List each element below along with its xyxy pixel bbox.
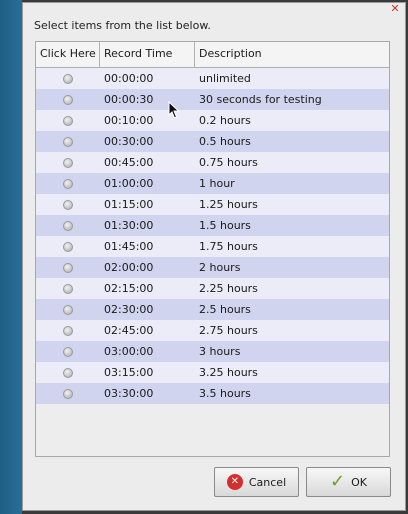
record-time-cell: 00:00:00 <box>104 72 154 85</box>
list-rows: 00:00:00 unlimited 00:00:30 30 seconds for … <box>36 68 389 404</box>
table-row[interactable]: 03:30:00 3.5 hours <box>36 383 389 404</box>
table-row[interactable]: 02:00:00 2 hours <box>36 257 389 278</box>
record-time-cell: 01:30:00 <box>104 219 154 232</box>
row-select-cell <box>36 362 100 383</box>
row-select-cell <box>36 320 100 341</box>
record-time-cell: 01:15:00 <box>104 198 154 211</box>
table-row[interactable]: 03:15:00 3.25 hours <box>36 362 389 383</box>
row-radio-button[interactable] <box>63 367 73 378</box>
table-row[interactable]: 02:45:00 2.75 hours <box>36 320 389 341</box>
row-select-cell <box>36 299 100 320</box>
row-radio-button[interactable] <box>63 94 73 105</box>
record-time-cell: 03:30:00 <box>104 387 154 400</box>
table-row[interactable]: 02:15:00 2.25 hours <box>36 278 389 299</box>
column-header-description[interactable]: Description <box>195 42 389 67</box>
row-select-cell <box>36 68 100 89</box>
record-time-cell: 00:10:00 <box>104 114 154 127</box>
description-cell: 30 seconds for testing <box>199 93 322 106</box>
description-cell: 3 hours <box>199 345 241 358</box>
row-radio-button[interactable] <box>63 136 73 147</box>
row-radio-button[interactable] <box>63 346 73 357</box>
cancel-button-label: Cancel <box>248 475 287 489</box>
record-time-cell: 00:45:00 <box>104 156 154 169</box>
table-row[interactable]: 01:45:00 1.75 hours <box>36 236 389 257</box>
description-cell: 1 hour <box>199 177 235 190</box>
description-cell: 3.25 hours <box>199 366 258 379</box>
ok-button[interactable]: ✓ OK <box>306 467 391 497</box>
close-icon[interactable]: ✕ <box>387 3 403 17</box>
row-radio-button[interactable] <box>63 115 73 126</box>
row-select-cell <box>36 278 100 299</box>
table-row[interactable]: 00:00:30 30 seconds for testing <box>36 89 389 110</box>
row-radio-button[interactable] <box>63 388 73 399</box>
row-radio-button[interactable] <box>63 262 73 273</box>
row-radio-button[interactable] <box>63 283 73 294</box>
cancel-button[interactable]: ✕ Cancel <box>214 467 299 497</box>
record-time-cell: 03:00:00 <box>104 345 154 358</box>
description-cell: 2.75 hours <box>199 324 258 337</box>
description-cell: 1.75 hours <box>199 240 258 253</box>
check-icon: ✓ <box>330 471 346 492</box>
dialog-prompt: Select items from the list below. <box>34 19 211 32</box>
record-time-cell: 00:30:00 <box>104 135 154 148</box>
select-items-dialog: ✕ Select items from the list below. Clic… <box>22 2 406 511</box>
row-select-cell <box>36 257 100 278</box>
row-select-cell <box>36 131 100 152</box>
row-select-cell <box>36 173 100 194</box>
table-row[interactable]: 01:30:00 1.5 hours <box>36 215 389 236</box>
record-time-cell: 02:45:00 <box>104 324 154 337</box>
table-row[interactable]: 02:30:00 2.5 hours <box>36 299 389 320</box>
description-cell: 2.25 hours <box>199 282 258 295</box>
row-select-cell <box>36 194 100 215</box>
table-row[interactable]: 00:10:00 0.2 hours <box>36 110 389 131</box>
description-cell: 1.5 hours <box>199 219 251 232</box>
table-row[interactable]: 00:45:00 0.75 hours <box>36 152 389 173</box>
row-select-cell <box>36 341 100 362</box>
description-cell: 2.5 hours <box>199 303 251 316</box>
desktop-background <box>0 0 22 514</box>
row-radio-button[interactable] <box>63 157 73 168</box>
ok-button-label: OK <box>351 475 367 489</box>
row-radio-button[interactable] <box>63 241 73 252</box>
record-time-cell: 02:30:00 <box>104 303 154 316</box>
record-time-cell: 03:15:00 <box>104 366 154 379</box>
record-time-cell: 01:00:00 <box>104 177 154 190</box>
row-select-cell <box>36 89 100 110</box>
row-select-cell <box>36 110 100 131</box>
column-header-record-time[interactable]: Record Time <box>100 42 195 67</box>
description-cell: 0.2 hours <box>199 114 251 127</box>
table-row[interactable]: 03:00:00 3 hours <box>36 341 389 362</box>
table-row[interactable]: 01:15:00 1.25 hours <box>36 194 389 215</box>
row-radio-button[interactable] <box>63 304 73 315</box>
record-time-cell: 02:00:00 <box>104 261 154 274</box>
mouse-cursor-icon <box>168 101 180 119</box>
row-radio-button[interactable] <box>63 325 73 336</box>
list-header: Click Here Record Time Description <box>36 42 389 68</box>
row-radio-button[interactable] <box>63 73 73 84</box>
record-time-cell: 01:45:00 <box>104 240 154 253</box>
record-time-cell: 02:15:00 <box>104 282 154 295</box>
description-cell: 2 hours <box>199 261 241 274</box>
row-select-cell <box>36 236 100 257</box>
table-row[interactable]: 01:00:00 1 hour <box>36 173 389 194</box>
table-row[interactable]: 00:30:00 0.5 hours <box>36 131 389 152</box>
description-cell: 0.5 hours <box>199 135 251 148</box>
row-select-cell <box>36 383 100 404</box>
description-cell: 3.5 hours <box>199 387 251 400</box>
description-cell: 0.75 hours <box>199 156 258 169</box>
table-row[interactable]: 00:00:00 unlimited <box>36 68 389 89</box>
row-radio-button[interactable] <box>63 220 73 231</box>
record-time-list[interactable]: Click Here Record Time Description 00:00… <box>35 41 390 457</box>
row-select-cell <box>36 152 100 173</box>
description-cell: 1.25 hours <box>199 198 258 211</box>
row-radio-button[interactable] <box>63 199 73 210</box>
description-cell: unlimited <box>199 72 251 85</box>
record-time-cell: 00:00:30 <box>104 93 154 106</box>
cancel-icon: ✕ <box>226 474 243 490</box>
row-select-cell <box>36 215 100 236</box>
column-header-click-here[interactable]: Click Here <box>36 42 100 67</box>
row-radio-button[interactable] <box>63 178 73 189</box>
